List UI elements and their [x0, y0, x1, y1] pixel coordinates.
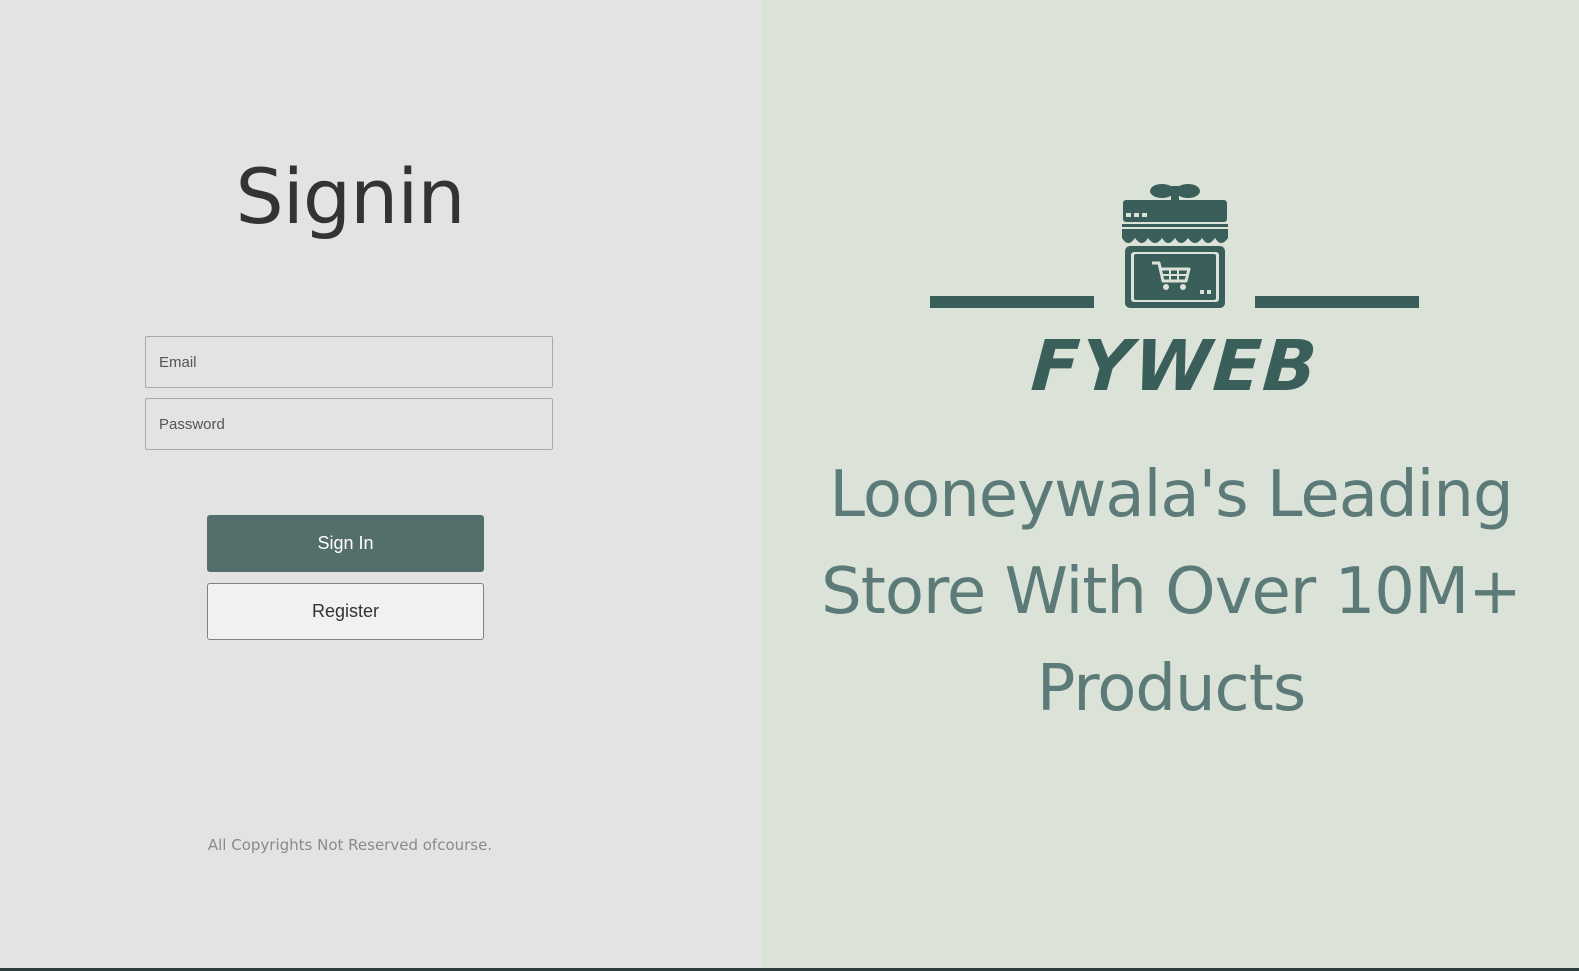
storefront-cart-icon [930, 184, 1419, 308]
signin-panel: Signin Sign In Register All Copyrights N… [0, 0, 761, 971]
password-field[interactable] [145, 398, 553, 450]
page: Signin Sign In Register All Copyrights N… [0, 0, 1579, 971]
copyright-text: All Copyrights Not Reserved ofcourse. [207, 836, 493, 854]
page-title: Signin [235, 152, 465, 241]
sign-in-button[interactable]: Sign In [207, 515, 484, 572]
register-button[interactable]: Register [207, 583, 484, 640]
brand-logo: FYWEB [930, 180, 1420, 410]
brand-tagline: Looneywala's Leading Store With Over 10M… [821, 458, 1522, 726]
brand-name: FYWEB [1028, 325, 1322, 407]
email-field[interactable] [145, 336, 553, 388]
